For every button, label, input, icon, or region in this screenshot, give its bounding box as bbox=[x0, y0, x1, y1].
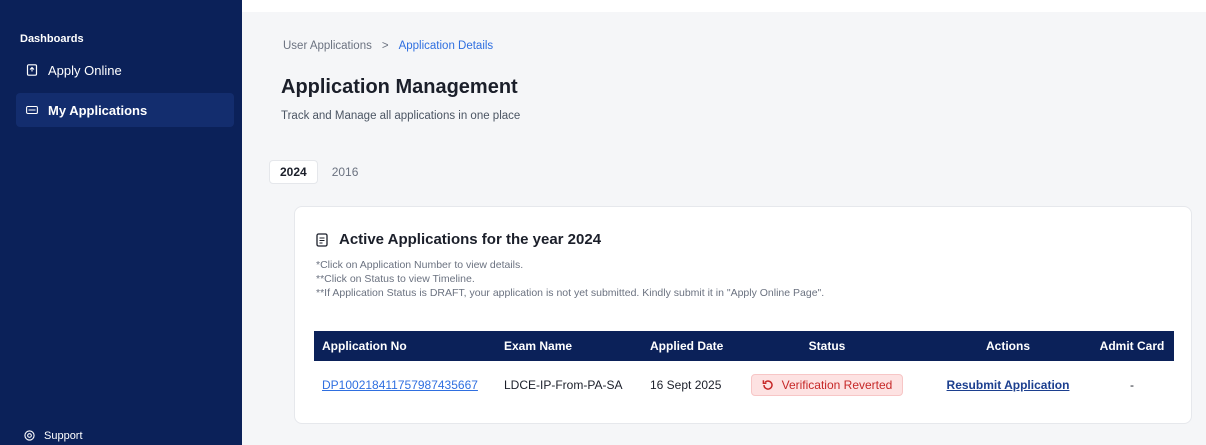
sidebar-section-title: Dashboards bbox=[20, 33, 84, 45]
exam-name-cell: LDCE-IP-From-PA-SA bbox=[504, 378, 623, 392]
instruction-note: *Click on Application Number to view det… bbox=[316, 259, 524, 271]
sidebar-item-apply-online[interactable]: Apply Online bbox=[16, 53, 234, 87]
table-header: Application No Exam Name Applied Date St… bbox=[314, 331, 1174, 361]
page-title: Application Management bbox=[281, 76, 518, 98]
application-number-cell: DP100218411757987435667 bbox=[322, 367, 478, 403]
page-subtitle: Track and Manage all applications in one… bbox=[281, 110, 521, 122]
sidebar-item-label: My Applications bbox=[48, 102, 148, 118]
status-cell: Verification Reverted bbox=[750, 367, 904, 403]
sidebar-item-label: Apply Online bbox=[48, 62, 122, 78]
instruction-note: **Click on Status to view Timeline. bbox=[316, 273, 475, 285]
actions-cell: Resubmit Application bbox=[947, 367, 1070, 403]
year-tabs: 2024 2016 bbox=[269, 160, 368, 184]
column-header-exam-name: Exam Name bbox=[504, 339, 573, 353]
tab-year-2016[interactable]: 2016 bbox=[322, 160, 369, 184]
breadcrumb-parent[interactable]: User Applications bbox=[283, 40, 372, 52]
application-number-link[interactable]: DP100218411757987435667 bbox=[322, 378, 478, 392]
active-applications-card: Active Applications for the year 2024 *C… bbox=[294, 206, 1192, 424]
status-text: Verification Reverted bbox=[781, 378, 893, 392]
sidebar-item-label: Support bbox=[44, 430, 83, 442]
breadcrumb-separator: > bbox=[381, 40, 389, 52]
applied-date-cell: 16 Sept 2025 bbox=[650, 378, 722, 392]
sidebar: Dashboards Apply Online My Applications … bbox=[0, 0, 242, 445]
card-title: Active Applications for the year 2024 bbox=[315, 231, 601, 248]
column-header-applied-date: Applied Date bbox=[650, 339, 724, 353]
tab-year-2024[interactable]: 2024 bbox=[269, 160, 318, 184]
instruction-note: **If Application Status is DRAFT, your a… bbox=[316, 287, 825, 299]
undo-icon bbox=[762, 379, 774, 391]
column-header-application-no: Application No bbox=[322, 339, 407, 353]
lifebuoy-icon bbox=[24, 430, 36, 442]
breadcrumb-current[interactable]: Application Details bbox=[399, 40, 494, 52]
sidebar-item-support[interactable]: Support bbox=[24, 430, 83, 442]
column-header-actions: Actions bbox=[985, 339, 1030, 353]
column-header-status: Status bbox=[808, 339, 846, 353]
table-row: DP100218411757987435667 LDCE-IP-From-PA-… bbox=[314, 367, 1174, 403]
document-list-icon bbox=[315, 232, 329, 247]
card-title-text: Active Applications for the year 2024 bbox=[339, 231, 602, 248]
sidebar-item-my-applications[interactable]: My Applications bbox=[16, 93, 234, 127]
card-list-icon bbox=[26, 104, 38, 116]
resubmit-application-link[interactable]: Resubmit Application bbox=[947, 378, 1070, 392]
top-header bbox=[242, 0, 1206, 12]
document-upload-icon bbox=[26, 64, 38, 76]
status-badge[interactable]: Verification Reverted bbox=[750, 374, 904, 396]
column-header-admit-card: Admit Card bbox=[1099, 339, 1165, 353]
breadcrumb: User Applications > Application Details bbox=[283, 40, 493, 52]
admit-card-cell: - bbox=[1130, 378, 1134, 392]
